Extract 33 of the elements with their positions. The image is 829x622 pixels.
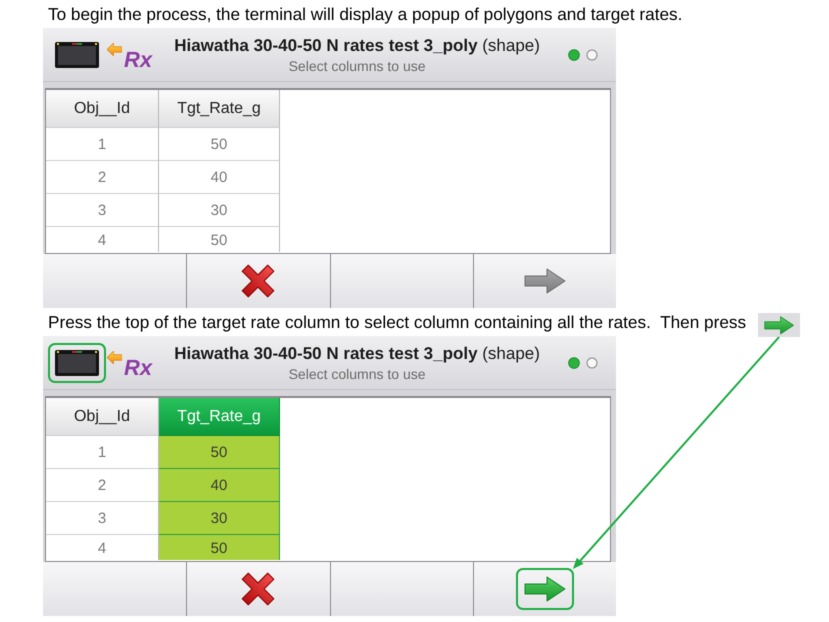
- left-arrow-icon: [107, 42, 122, 56]
- monitor-icon: [55, 350, 99, 376]
- table-cell: 50: [159, 128, 280, 161]
- table-cell: 1: [46, 128, 159, 161]
- table-cell: 3: [46, 194, 159, 227]
- logo-text: Rx: [124, 48, 152, 72]
- table-cell: 40: [159, 469, 280, 502]
- x-icon: [239, 570, 278, 608]
- next-button[interactable]: [472, 254, 616, 308]
- next-button[interactable]: [472, 562, 616, 616]
- table-cell: 50: [159, 436, 280, 469]
- popup-subtitle: Select columns to use: [288, 366, 426, 382]
- cancel-button[interactable]: [186, 562, 330, 616]
- popup-title: Hiawatha 30-40-50 N rates test 3_poly (shape): [174, 35, 540, 56]
- x-icon: [239, 262, 278, 300]
- table-cell: 50: [159, 227, 280, 252]
- column-header[interactable]: Obj__Id: [46, 398, 159, 436]
- popup-title: Hiawatha 30-40-50 N rates test 3_poly (shape): [174, 343, 540, 364]
- instruction-text: To begin the process, the terminal will display a popup of polygons and target rates.: [48, 4, 682, 24]
- table-cell: 30: [159, 502, 280, 535]
- table-cell: 4: [46, 227, 159, 252]
- column-header[interactable]: Obj__Id: [46, 90, 159, 128]
- table-cell: 2: [46, 161, 159, 194]
- logo-text: Rx: [124, 356, 152, 380]
- monitor-icon: [55, 42, 99, 68]
- left-arrow-icon: [107, 350, 122, 364]
- cancel-button[interactable]: [186, 254, 330, 308]
- instruction-text: Press the top of the target rate column to select column containing all the rates. Then press: [48, 312, 746, 332]
- table-cell: 40: [159, 161, 280, 194]
- popup-subtitle: Select columns to use: [288, 58, 426, 74]
- table-cell: 30: [159, 194, 280, 227]
- table-cell: 50: [159, 535, 280, 560]
- column-header[interactable]: Tgt_Rate_g: [159, 90, 280, 128]
